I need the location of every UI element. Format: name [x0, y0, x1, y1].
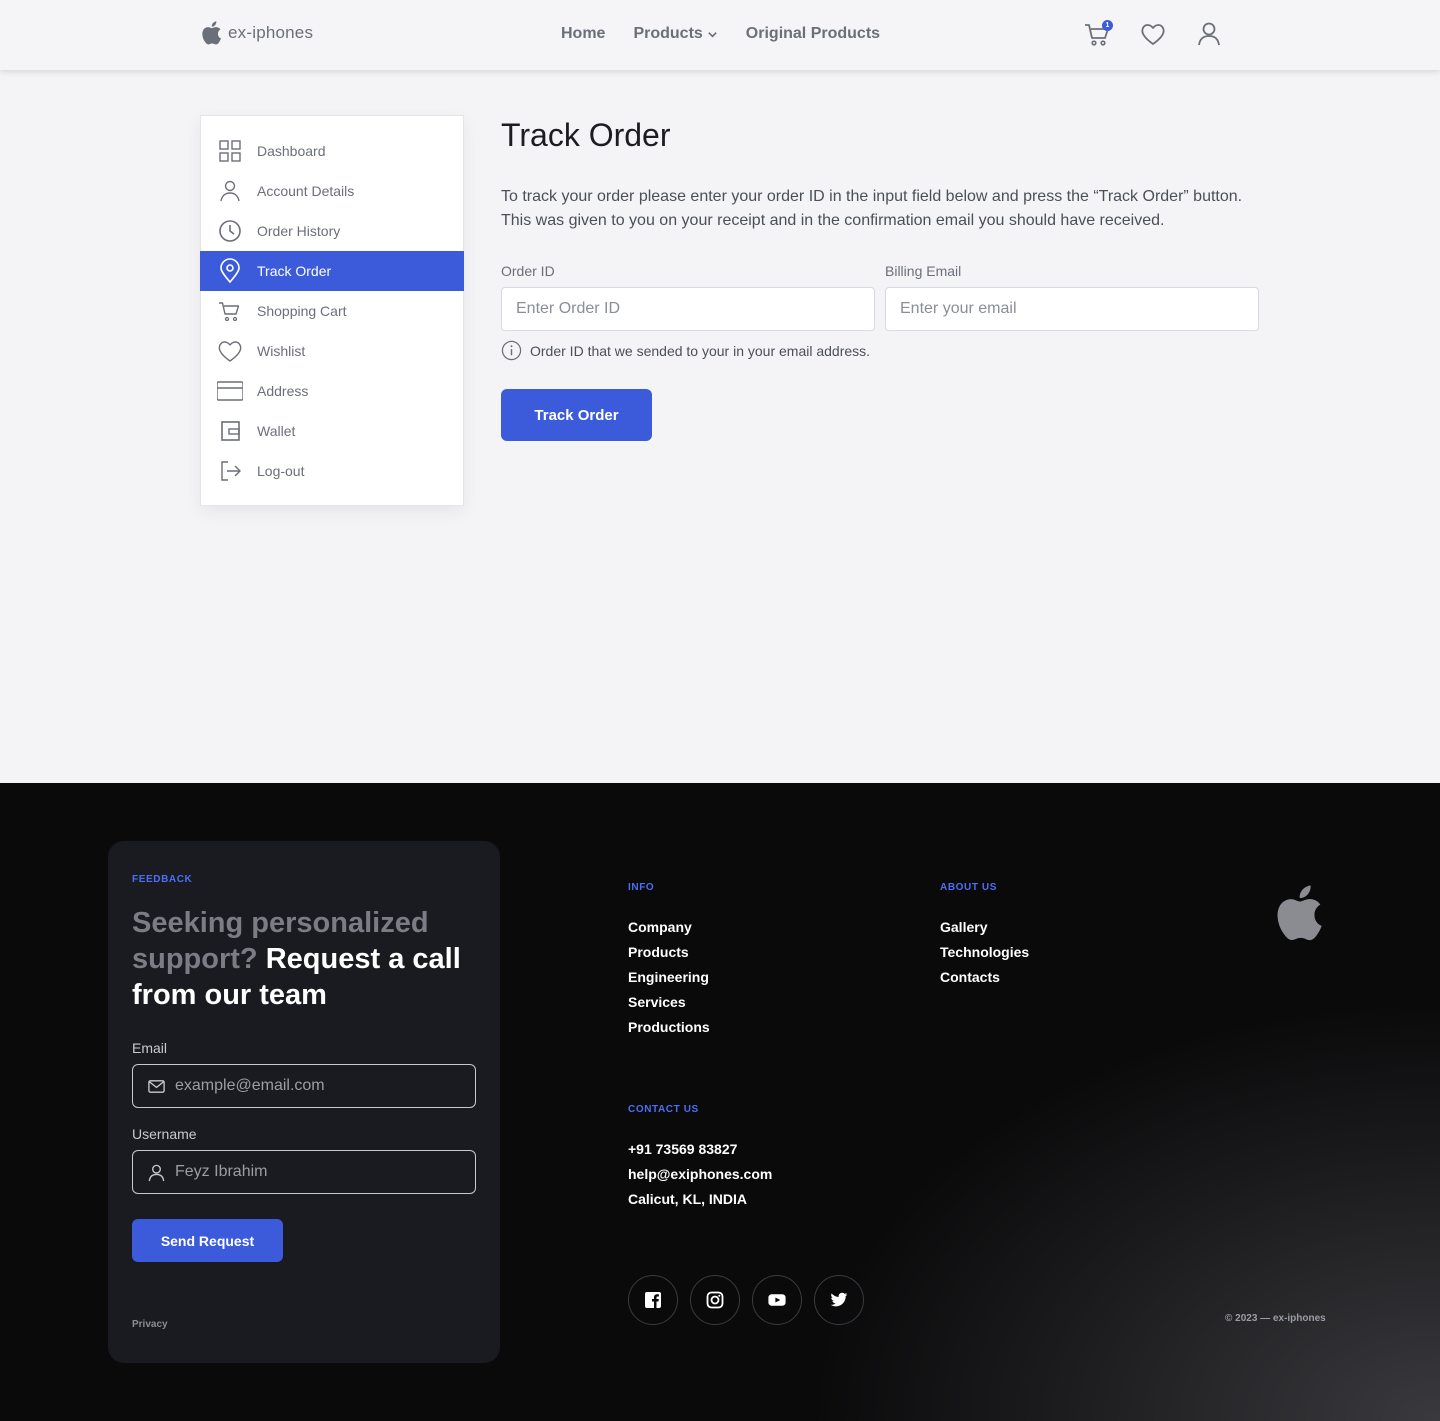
hint-text: Order ID that we sended to your in your …	[530, 342, 871, 359]
contact-phone[interactable]: +91 73569 83827	[628, 1140, 772, 1158]
footer-link-contacts[interactable]: Contacts	[940, 968, 1029, 986]
heart-icon	[218, 341, 242, 362]
user-icon	[220, 180, 240, 202]
facebook-button[interactable]	[628, 1275, 678, 1325]
account-sidebar: Dashboard Account Details Order History …	[200, 115, 464, 506]
footer-link-gallery[interactable]: Gallery	[940, 918, 1029, 936]
location-pin-icon	[220, 258, 240, 284]
twitter-icon	[830, 1292, 848, 1307]
nav-products-label: Products	[633, 25, 703, 42]
footer-link-technologies[interactable]: Technologies	[940, 943, 1029, 961]
grid-icon	[219, 140, 241, 162]
sidebar-item-label: Track Order	[257, 263, 332, 279]
sidebar-item-address[interactable]: Address	[201, 371, 463, 411]
apple-logo-icon	[202, 21, 221, 45]
track-order-button[interactable]: Track Order	[501, 389, 652, 441]
sidebar-item-label: Order History	[257, 223, 341, 239]
chevron-down-icon	[708, 31, 717, 38]
privacy-link[interactable]: Privacy	[132, 1319, 168, 1330]
footer-link-engineering[interactable]: Engineering	[628, 968, 710, 986]
billing-email-input[interactable]	[885, 287, 1259, 331]
cart-icon	[219, 302, 240, 322]
about-links: Gallery Technologies Contacts	[940, 918, 1029, 986]
apple-logo-icon	[1277, 885, 1322, 941]
sidebar-item-label: Log-out	[257, 463, 305, 479]
footer-link-productions[interactable]: Productions	[628, 1018, 710, 1036]
user-icon	[148, 1164, 165, 1181]
order-id-hint: Order ID that we sended to your in your …	[501, 340, 870, 361]
footer-link-services[interactable]: Services	[628, 993, 710, 1011]
feedback-email-label: Email	[132, 1040, 168, 1056]
site-footer: FEEDBACK Seeking personalized support? R…	[0, 783, 1440, 1421]
instagram-button[interactable]	[690, 1275, 740, 1325]
page-title: Track Order	[501, 117, 671, 153]
footer-link-products[interactable]: Products	[628, 943, 710, 961]
feedback-heading: Seeking personalized support? Request a …	[132, 905, 472, 1013]
clock-icon	[219, 220, 241, 242]
contact-email[interactable]: help@exiphones.com	[628, 1165, 772, 1183]
heart-icon	[1141, 24, 1165, 45]
mail-icon	[148, 1079, 165, 1093]
cart-count-badge: 1	[1102, 20, 1113, 31]
sidebar-item-label: Wishlist	[257, 343, 306, 359]
user-icon	[1198, 22, 1220, 46]
footer-link-company[interactable]: Company	[628, 918, 710, 936]
header-actions: 1	[1083, 20, 1223, 48]
sidebar-item-dashboard[interactable]: Dashboard	[201, 131, 463, 171]
send-request-button[interactable]: Send Request	[132, 1219, 283, 1262]
sidebar-item-label: Address	[257, 383, 309, 399]
contact-kicker: CONTACT US	[628, 1104, 699, 1115]
nav-original-products[interactable]: Original Products	[746, 25, 880, 43]
youtube-button[interactable]	[752, 1275, 802, 1325]
sidebar-item-wishlist[interactable]: Wishlist	[201, 331, 463, 371]
copyright-text: © 2023 — ex-iphones	[1225, 1313, 1326, 1324]
twitter-button[interactable]	[814, 1275, 864, 1325]
sidebar-item-shopping-cart[interactable]: Shopping Cart	[201, 291, 463, 331]
about-kicker: ABOUT US	[940, 882, 998, 893]
top-header: ex-iphones Home Products Original Produc…	[0, 0, 1440, 70]
feedback-email-input[interactable]	[175, 1077, 455, 1095]
contact-address: Calicut, KL, INDIA	[628, 1191, 748, 1207]
logout-icon	[221, 461, 241, 481]
feedback-username-input[interactable]	[175, 1163, 455, 1181]
feedback-username-label: Username	[132, 1126, 197, 1142]
sidebar-item-label: Dashboard	[257, 143, 326, 159]
feedback-kicker: FEEDBACK	[132, 874, 193, 885]
wallet-icon	[221, 421, 240, 441]
sidebar-item-account-details[interactable]: Account Details	[201, 171, 463, 211]
sidebar-item-track-order[interactable]: Track Order	[200, 251, 464, 291]
feedback-username-field[interactable]	[132, 1150, 476, 1194]
main-nav: Home Products Original Products	[561, 25, 880, 43]
sidebar-item-logout[interactable]: Log-out	[201, 451, 463, 491]
social-links	[628, 1275, 864, 1325]
sidebar-item-wallet[interactable]: Wallet	[201, 411, 463, 451]
sidebar-item-label: Wallet	[257, 423, 296, 439]
info-icon	[501, 340, 522, 361]
sidebar-item-label: Account Details	[257, 183, 355, 199]
wishlist-button[interactable]	[1139, 20, 1167, 48]
feedback-email-field[interactable]	[132, 1064, 476, 1108]
cart-button[interactable]: 1	[1083, 20, 1113, 48]
intro-text: To track your order please enter your or…	[501, 188, 1243, 229]
account-button[interactable]	[1195, 20, 1223, 48]
nav-home[interactable]: Home	[561, 25, 605, 43]
sidebar-item-order-history[interactable]: Order History	[201, 211, 463, 251]
card-icon	[217, 381, 243, 401]
sidebar-item-label: Shopping Cart	[257, 303, 347, 319]
brand-logo[interactable]: ex-iphones	[200, 20, 313, 46]
order-id-label: Order ID	[501, 263, 555, 279]
info-kicker: INFO	[628, 882, 655, 893]
contact-lines: +91 73569 83827 help@exiphones.com Calic…	[628, 1140, 772, 1208]
nav-products[interactable]: Products	[633, 25, 717, 43]
feedback-card: FEEDBACK Seeking personalized support? R…	[108, 841, 500, 1363]
billing-email-label: Billing Email	[885, 263, 962, 279]
info-links: Company Products Engineering Services Pr…	[628, 918, 710, 1036]
facebook-icon	[645, 1292, 661, 1308]
instagram-icon	[706, 1291, 724, 1309]
brand-name: ex-iphones	[228, 23, 314, 42]
order-id-input[interactable]	[501, 287, 875, 331]
youtube-icon	[768, 1294, 786, 1306]
